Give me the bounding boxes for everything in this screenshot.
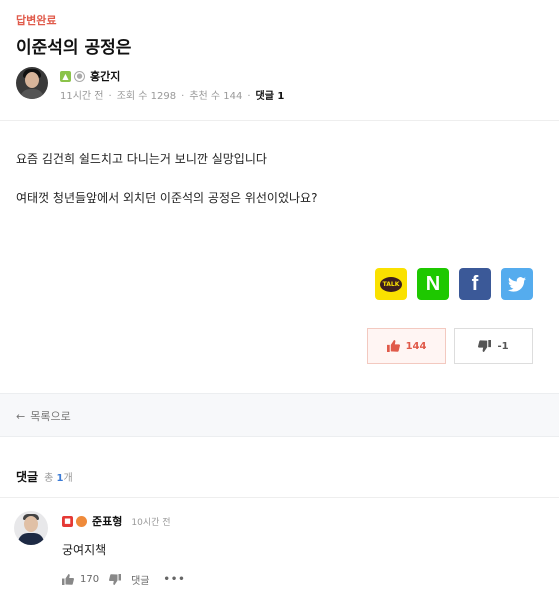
author-name[interactable]: 홍간지 bbox=[90, 68, 120, 84]
share-buttons: TALK N f bbox=[375, 268, 533, 300]
kakao-talk-icon: TALK bbox=[380, 276, 402, 292]
post-title: 이준석의 공정은 bbox=[16, 38, 132, 58]
post-recommends: 추천 수 144 bbox=[189, 91, 243, 102]
comment-actions: 170 댓글 ••• bbox=[62, 572, 186, 587]
comment-like-count: 170 bbox=[80, 574, 100, 585]
thumbs-up-icon[interactable] bbox=[62, 574, 74, 585]
author-badges: ▲ ● 홍간지 bbox=[60, 68, 120, 84]
thumbs-down-icon[interactable] bbox=[109, 574, 122, 585]
divider bbox=[0, 120, 559, 121]
comment-header: ■ 준표형 10시간 전 bbox=[62, 513, 171, 529]
downvote-button[interactable]: -1 bbox=[454, 328, 533, 364]
post-views: 조회 수 1298 bbox=[116, 91, 177, 102]
vote-buttons: 144 -1 bbox=[367, 328, 533, 364]
downvote-count: -1 bbox=[497, 340, 509, 352]
thumbs-up-icon bbox=[386, 340, 400, 352]
arrow-left-icon: ← bbox=[16, 409, 26, 423]
comment-text: 궁여지책 bbox=[62, 543, 107, 557]
upvote-count: 144 bbox=[405, 340, 427, 352]
post-body-line: 요즘 김건희 쉴드치고 다니는거 보니깐 실망입니다 bbox=[16, 152, 267, 166]
divider bbox=[0, 497, 559, 498]
back-to-list-link[interactable]: ← 목록으로 bbox=[16, 408, 71, 424]
post-comment-count[interactable]: 댓글 1 bbox=[256, 91, 285, 102]
commenter-avatar[interactable] bbox=[14, 511, 48, 545]
commenter-name[interactable]: 준표형 bbox=[92, 513, 122, 529]
post-time: 11시간 전 bbox=[60, 91, 104, 102]
comments-total: 총 1개 bbox=[44, 473, 73, 484]
comment-item: ■ 준표형 10시간 전 궁여지책 170 댓글 ••• bbox=[14, 511, 544, 591]
rank-badge-icon: ■ bbox=[62, 515, 73, 527]
person-badge-icon: ● bbox=[74, 70, 85, 82]
facebook-share-button[interactable]: f bbox=[459, 268, 491, 300]
comments-title: 댓글 bbox=[16, 470, 39, 484]
post-body-line: 여태껏 청년들앞에서 외치던 이준석의 공정은 위선이었나요? bbox=[16, 191, 318, 205]
naver-share-button[interactable]: N bbox=[417, 268, 449, 300]
back-to-list-label: 목록으로 bbox=[30, 410, 71, 423]
level-badge-icon bbox=[76, 515, 87, 527]
answer-status-tag: 답변완료 bbox=[16, 14, 57, 27]
post-meta: 11시간 전 · 조회 수 1298 · 추천 수 144 · 댓글 1 bbox=[60, 91, 285, 102]
upvote-button[interactable]: 144 bbox=[367, 328, 446, 364]
reply-button[interactable]: 댓글 bbox=[131, 572, 149, 587]
author-avatar[interactable] bbox=[16, 67, 48, 99]
kakao-share-button[interactable]: TALK bbox=[375, 268, 407, 300]
more-options-icon[interactable]: ••• bbox=[164, 574, 186, 585]
comment-time: 10시간 전 bbox=[131, 517, 171, 528]
level-badge-icon: ▲ bbox=[60, 70, 71, 82]
list-nav-bar: ← 목록으로 bbox=[0, 393, 559, 437]
comments-header: 댓글 총 1개 bbox=[16, 468, 73, 485]
thumbs-down-icon bbox=[478, 340, 492, 352]
twitter-bird-icon bbox=[508, 276, 526, 292]
naver-icon: N bbox=[425, 272, 441, 295]
facebook-icon: f bbox=[471, 272, 479, 295]
post-author-row: ▲ ● 홍간지 11시간 전 · 조회 수 1298 · 추천 수 144 · 댓글 1 bbox=[16, 67, 546, 103]
twitter-share-button[interactable] bbox=[501, 268, 533, 300]
